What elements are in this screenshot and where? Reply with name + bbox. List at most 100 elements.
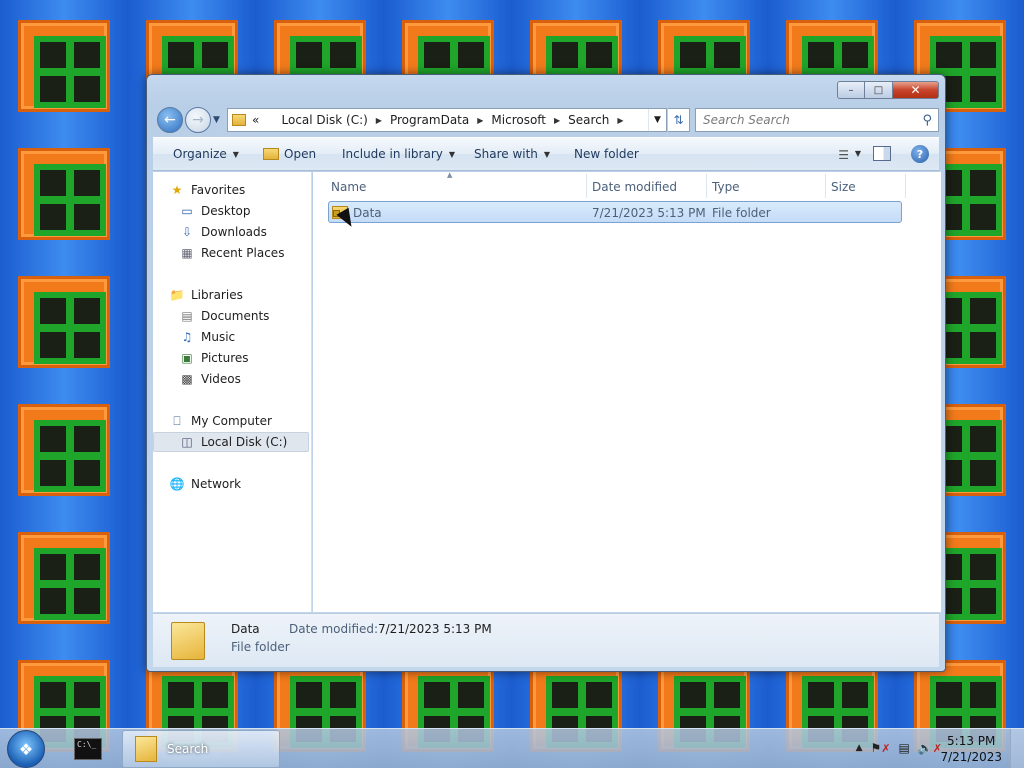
file-name: Data: [353, 206, 382, 220]
forward-button[interactable]: →: [185, 107, 211, 133]
sidebar-item-downloads[interactable]: ⇩ Downloads: [179, 222, 267, 242]
details-pane: Data File folder Date modified: 7/21/202…: [153, 613, 939, 667]
column-divider[interactable]: [706, 174, 707, 198]
breadcrumb-programdata[interactable]: ProgramData ▶: [390, 113, 491, 127]
breadcrumb-arrow-icon[interactable]: ▶: [554, 116, 560, 125]
drive-icon: ◫: [181, 435, 193, 449]
file-type: File folder: [712, 206, 771, 220]
maximize-button[interactable]: □: [865, 81, 893, 99]
open-button[interactable]: Open: [263, 147, 316, 161]
sidebar-item-pictures[interactable]: ▣ Pictures: [179, 348, 248, 368]
breadcrumb-overflow[interactable]: « ▶: [252, 113, 282, 127]
sidebar-item-videos[interactable]: ▩ Videos: [179, 369, 241, 389]
sidebar-item-label: Favorites: [191, 183, 246, 197]
column-header-date-modified[interactable]: Date modified: [592, 180, 677, 200]
wallpaper-window-tile: [18, 148, 110, 240]
recent-pages-dropdown[interactable]: ▼: [213, 115, 220, 125]
clock[interactable]: 5:13 PM 7/21/2023: [940, 733, 1002, 765]
desktop-icon: ▭: [181, 204, 193, 218]
caption-buttons: – □ ✕: [837, 81, 939, 99]
column-header-label: Type: [712, 180, 740, 194]
command-bar: Organize ▼ Open Include in library ▼ Sha…: [153, 137, 939, 171]
search-input[interactable]: [703, 113, 903, 127]
address-history-dropdown[interactable]: ▼: [648, 109, 666, 131]
folder-icon: [171, 622, 205, 660]
file-row[interactable]: Data 7/21/2023 5:13 PM File folder: [328, 201, 902, 223]
column-header-type[interactable]: Type: [712, 180, 740, 200]
search-box[interactable]: ⚲: [695, 108, 939, 132]
details-modified-label: Date modified:: [289, 622, 379, 636]
new-folder-button[interactable]: New folder: [574, 147, 639, 161]
help-icon[interactable]: ?: [911, 145, 929, 163]
taskbar: ❖ C:\_ Search ▲ ⚑✗ ▤ 🔈✗ 5:13 PM 7/21/202…: [0, 728, 1024, 768]
documents-icon: ▤: [181, 309, 193, 323]
organize-button[interactable]: Organize ▼: [173, 147, 239, 161]
show-hidden-icons-icon[interactable]: ▲: [856, 743, 863, 753]
preview-pane-icon[interactable]: [873, 146, 891, 161]
sidebar-item-label: Recent Places: [201, 246, 285, 260]
sidebar-item-libraries[interactable]: 📁 Libraries: [169, 285, 243, 305]
wallpaper-window-tile: [18, 404, 110, 496]
sidebar-item-label: My Computer: [191, 414, 272, 428]
taskbar-command-prompt[interactable]: C:\_: [74, 738, 102, 760]
column-header-label: Date modified: [592, 180, 678, 194]
show-desktop-button[interactable]: [1010, 729, 1024, 768]
downloads-icon: ⇩: [181, 225, 193, 239]
sidebar-item-label: Libraries: [191, 288, 243, 302]
breadcrumb-microsoft[interactable]: Microsoft ▶: [491, 113, 568, 127]
breadcrumb-label: Microsoft: [491, 113, 547, 127]
column-divider[interactable]: [825, 174, 826, 198]
action-center-icon[interactable]: ⚑✗: [871, 741, 891, 755]
back-button[interactable]: ←: [157, 107, 183, 133]
sidebar-item-label: Downloads: [201, 225, 267, 239]
windows-logo-icon: ❖: [18, 739, 34, 759]
minimize-button[interactable]: –: [837, 81, 865, 99]
taskbar-explorer-button[interactable]: Search: [122, 730, 280, 768]
sidebar-item-favorites[interactable]: ★ Favorites: [169, 180, 246, 200]
change-view-icon[interactable]: ☰: [838, 148, 849, 162]
breadcrumb-label: Search: [568, 113, 610, 127]
folder-icon: [135, 736, 157, 762]
breadcrumb-label: Local Disk (C:): [281, 113, 368, 127]
breadcrumb-search[interactable]: Search ▶: [568, 113, 631, 127]
network-icon: 🌐: [169, 477, 185, 491]
breadcrumb-arrow-icon[interactable]: ▶: [376, 116, 382, 125]
breadcrumb-arrow-icon[interactable]: ▶: [477, 116, 483, 125]
view-options-dropdown[interactable]: ▼: [855, 149, 861, 158]
forward-arrow-icon: →: [192, 112, 204, 128]
sidebar-item-desktop[interactable]: ▭ Desktop: [179, 201, 250, 221]
start-button[interactable]: ❖: [7, 730, 45, 768]
sidebar-item-network[interactable]: 🌐 Network: [169, 474, 242, 494]
sort-ascending-icon: ▲: [447, 171, 453, 179]
refresh-button[interactable]: ⇅: [668, 108, 690, 132]
column-divider[interactable]: [905, 174, 906, 198]
volume-muted-icon[interactable]: 🔈✗: [918, 741, 942, 755]
magnifier-icon[interactable]: ⚲: [922, 113, 932, 128]
sidebar-item-recent-places[interactable]: ▦ Recent Places: [179, 243, 284, 263]
refresh-icon: ⇅: [673, 113, 684, 127]
wallpaper-window-tile: [18, 276, 110, 368]
sidebar-item-local-disk[interactable]: ◫ Local Disk (C:): [153, 432, 309, 452]
videos-icon: ▩: [181, 372, 193, 386]
breadcrumb-arrow-icon[interactable]: ▶: [617, 116, 623, 125]
network-status-icon[interactable]: ▤: [898, 741, 909, 755]
sidebar-item-music[interactable]: ♫ Music: [179, 327, 236, 347]
column-header-name[interactable]: Name: [331, 180, 366, 200]
sidebar-item-label: Music: [201, 330, 236, 344]
folder-icon: [232, 114, 246, 126]
share-with-button[interactable]: Share with ▼: [474, 147, 550, 161]
open-folder-icon: [263, 148, 279, 160]
column-divider[interactable]: [586, 174, 587, 198]
sidebar-item-my-computer[interactable]: ⎕ My Computer: [169, 411, 272, 431]
sidebar-item-label: Documents: [201, 309, 270, 323]
file-date-modified: 7/21/2023 5:13 PM: [592, 206, 706, 220]
address-bar[interactable]: « ▶ Local Disk (C:) ▶ ProgramData ▶ Micr…: [227, 108, 667, 132]
include-in-library-button[interactable]: Include in library ▼: [342, 147, 455, 161]
pictures-icon: ▣: [181, 351, 193, 365]
close-button[interactable]: ✕: [893, 81, 939, 99]
sidebar-item-documents[interactable]: ▤ Documents: [179, 306, 269, 326]
explorer-window: – □ ✕ ← → ▼ « ▶ Local Disk (C:) ▶ Progra…: [146, 74, 946, 672]
column-header-size[interactable]: Size: [831, 180, 856, 200]
breadcrumb-label: ProgramData: [389, 113, 470, 127]
breadcrumb-local-disk[interactable]: Local Disk (C:) ▶: [282, 113, 390, 127]
